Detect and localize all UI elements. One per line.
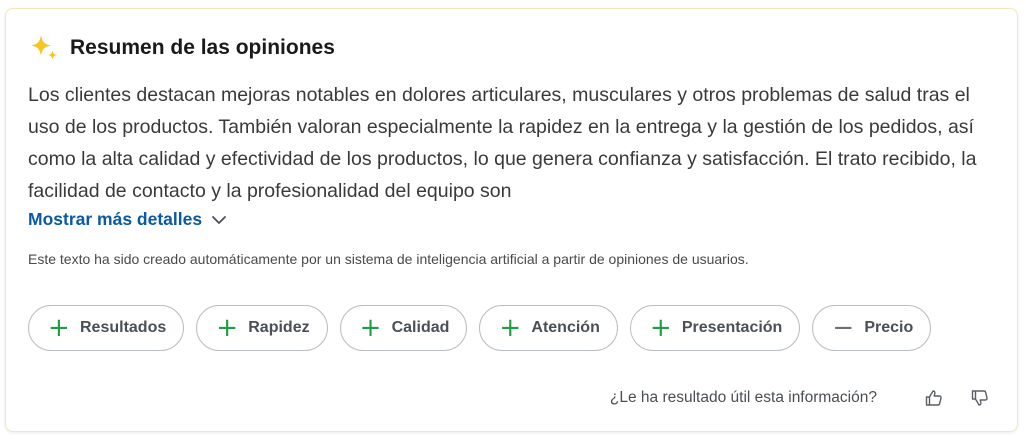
ai-disclaimer: Este texto ha sido creado automáticament… (28, 251, 749, 267)
tag-label: Resultados (80, 319, 167, 336)
tag-label: Calidad (391, 319, 450, 336)
thumbs-down-button[interactable] (969, 387, 991, 409)
chevron-down-icon (212, 215, 227, 224)
plus-icon: + (499, 313, 522, 343)
tag-label: Presentación (681, 319, 783, 336)
tag-label: Rapidez (248, 319, 310, 336)
summary-header: Resumen de las opiniones (28, 32, 335, 64)
plus-icon: + (649, 313, 672, 343)
tag-calidad[interactable]: + Calidad (339, 305, 468, 351)
summary-title: Resumen de las opiniones (70, 36, 335, 59)
summary-text: Los clientes destacan mejoras notables e… (28, 84, 977, 202)
topic-tags: + Resultados + Rapidez + Calidad + Atenc… (28, 305, 943, 351)
tag-rapidez[interactable]: + Rapidez (196, 305, 328, 351)
tag-label: Atención (531, 319, 600, 336)
show-more-details-link[interactable]: Mostrar más detalles (28, 209, 227, 230)
feedback-question: ¿Le ha resultado útil esta información? (609, 389, 877, 406)
tag-label: Precio (864, 319, 914, 336)
plus-icon: + (48, 313, 70, 343)
tag-atencion[interactable]: + Atención (479, 305, 618, 351)
tag-resultados[interactable]: + Resultados (28, 305, 185, 351)
tag-presentacion[interactable]: + Presentación (629, 305, 801, 351)
thumbs-up-button[interactable] (923, 387, 945, 409)
tag-precio[interactable]: − Precio (812, 305, 932, 351)
show-more-details-label: Mostrar más detalles (28, 209, 203, 229)
review-summary-card: Resumen de las opiniones Los clientes de… (5, 8, 1018, 432)
plus-icon: + (216, 313, 239, 343)
feedback-bar: ¿Le ha resultado útil esta información? (610, 387, 991, 409)
thumbs-up-icon (925, 390, 942, 406)
minus-icon: − (832, 313, 855, 343)
plus-icon: + (359, 313, 382, 343)
thumbs-down-icon (971, 390, 988, 406)
sparkle-icon (31, 35, 57, 60)
